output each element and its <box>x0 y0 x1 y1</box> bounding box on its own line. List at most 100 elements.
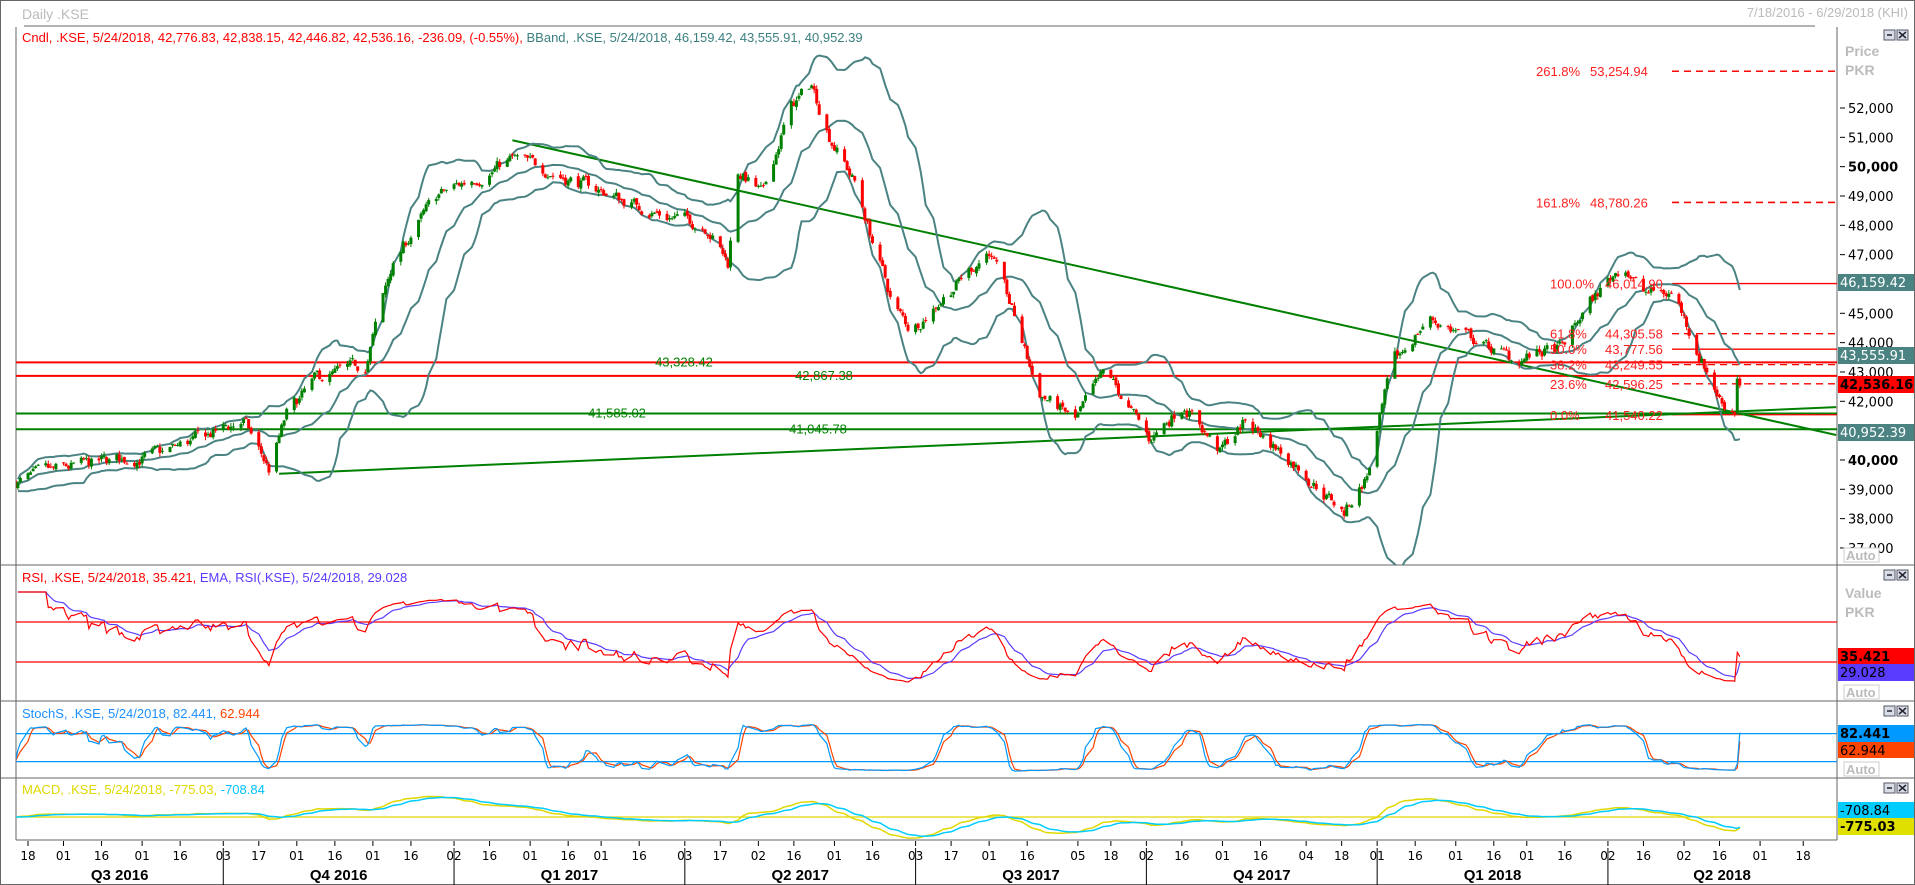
auto-scale-button-price[interactable]: Auto <box>1843 547 1880 563</box>
candle[interactable] <box>744 170 748 184</box>
candle[interactable] <box>919 328 923 333</box>
candle[interactable] <box>1456 328 1460 331</box>
candle[interactable] <box>764 180 768 185</box>
candle[interactable] <box>1368 467 1372 476</box>
candle[interactable] <box>896 296 900 312</box>
candle[interactable] <box>657 209 661 219</box>
candle[interactable] <box>1279 444 1283 457</box>
candle[interactable] <box>1226 436 1230 445</box>
candle[interactable] <box>711 232 715 240</box>
candle[interactable] <box>1180 411 1184 420</box>
price-panel[interactable]: 43,328.42 42,867.38 41,585.02 41,045.78 <box>14 54 1837 568</box>
candle[interactable] <box>941 294 945 307</box>
restore-panel-button[interactable] <box>1883 29 1896 41</box>
candle[interactable] <box>921 318 925 330</box>
candle[interactable] <box>285 407 289 421</box>
candle[interactable] <box>1421 323 1425 330</box>
candle[interactable] <box>860 177 864 209</box>
candle[interactable] <box>353 359 357 367</box>
candle[interactable] <box>878 241 882 264</box>
candle[interactable] <box>1449 323 1453 334</box>
candle[interactable] <box>551 172 555 180</box>
candle[interactable] <box>533 158 537 166</box>
candle[interactable] <box>526 154 530 162</box>
candle[interactable] <box>69 460 73 470</box>
candle[interactable] <box>89 457 93 470</box>
restore-panel-button[interactable] <box>1883 569 1896 581</box>
candle[interactable] <box>515 153 519 160</box>
candle[interactable] <box>736 173 740 244</box>
close-panel-button[interactable] <box>1896 29 1909 41</box>
candle[interactable] <box>1236 425 1240 436</box>
candle[interactable] <box>586 174 590 189</box>
candle[interactable] <box>356 366 360 373</box>
candle[interactable] <box>688 213 692 226</box>
candle[interactable] <box>807 88 811 90</box>
candle[interactable] <box>1048 395 1052 403</box>
close-panel-button[interactable] <box>1896 569 1909 581</box>
close-panel-button[interactable] <box>1896 782 1909 794</box>
candle[interactable] <box>581 174 585 181</box>
candle[interactable] <box>79 456 83 465</box>
candle[interactable] <box>320 379 324 383</box>
candle[interactable] <box>1345 502 1349 517</box>
candle[interactable] <box>799 88 803 96</box>
candle[interactable] <box>417 219 421 240</box>
candle[interactable] <box>1687 327 1691 339</box>
auto-scale-button-stoch[interactable]: Auto <box>1843 761 1880 777</box>
candle[interactable] <box>1025 345 1029 361</box>
candle[interactable] <box>1507 347 1511 362</box>
candle[interactable] <box>782 122 786 136</box>
candle[interactable] <box>29 470 33 476</box>
candle[interactable] <box>675 210 679 217</box>
candle[interactable] <box>1667 290 1671 301</box>
candle[interactable] <box>985 251 989 265</box>
candle[interactable] <box>1578 319 1582 327</box>
candle[interactable] <box>1669 290 1673 295</box>
candle[interactable] <box>1218 446 1222 453</box>
restore-panel-button[interactable] <box>1883 705 1896 717</box>
candle[interactable] <box>718 235 722 249</box>
candle[interactable] <box>444 189 448 193</box>
candle[interactable] <box>310 377 314 392</box>
candle[interactable] <box>952 291 956 299</box>
candle[interactable] <box>318 368 322 380</box>
candle[interactable] <box>754 175 758 188</box>
candle[interactable] <box>302 386 306 393</box>
candle[interactable] <box>1304 469 1308 481</box>
rsi-panel[interactable] <box>16 591 1837 683</box>
candle[interactable] <box>868 218 872 239</box>
candle[interactable] <box>622 198 626 209</box>
close-panel-button[interactable] <box>1896 705 1909 717</box>
candle[interactable] <box>480 184 484 189</box>
price-axis[interactable]: 52,000 51,000 50,000 49,000 48,000 47,000 45,0… <box>1840 102 1898 557</box>
candle[interactable] <box>1198 410 1202 428</box>
candle[interactable] <box>728 237 732 271</box>
candle[interactable] <box>1314 480 1318 491</box>
candle[interactable] <box>381 292 385 323</box>
candle[interactable] <box>1375 427 1379 469</box>
candle[interactable] <box>1286 452 1290 468</box>
candle[interactable] <box>1322 484 1326 504</box>
candle[interactable] <box>1109 369 1113 379</box>
candle[interactable] <box>1350 504 1354 508</box>
candle[interactable] <box>1385 375 1389 392</box>
candle[interactable] <box>1332 500 1336 508</box>
candle[interactable] <box>853 175 857 183</box>
restore-panel-button[interactable] <box>1883 782 1896 794</box>
candle[interactable] <box>36 463 40 467</box>
trendline-ascending[interactable] <box>279 406 1837 475</box>
candle[interactable] <box>460 181 464 190</box>
candle[interactable] <box>1081 400 1085 409</box>
candle[interactable] <box>1205 432 1209 438</box>
candle[interactable] <box>1416 333 1420 335</box>
auto-scale-button-rsi[interactable]: Auto <box>1843 684 1880 700</box>
candle[interactable] <box>168 446 172 453</box>
candle[interactable] <box>292 396 296 414</box>
candle[interactable] <box>391 261 395 277</box>
candle[interactable] <box>779 132 783 152</box>
candle[interactable] <box>759 181 763 187</box>
candle[interactable] <box>1187 408 1191 421</box>
candle[interactable] <box>665 210 669 222</box>
candle[interactable] <box>1712 369 1716 393</box>
